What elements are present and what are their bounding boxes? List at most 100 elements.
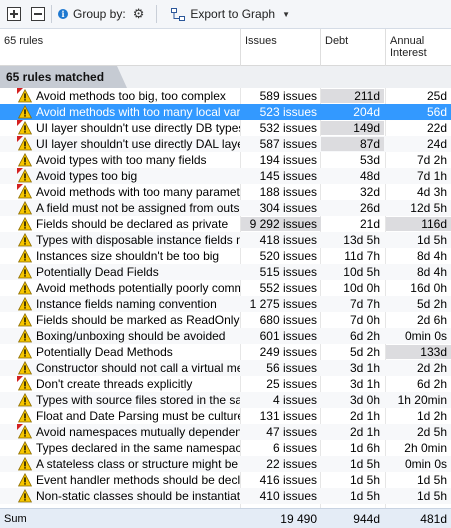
group-header[interactable]: 65 rules matched bbox=[0, 66, 451, 88]
rule-annual-interest: 116d bbox=[386, 217, 451, 231]
rule-debt: 2d 1h bbox=[349, 409, 380, 423]
sum-label: Sum bbox=[4, 513, 27, 525]
column-header-rules[interactable]: 65 rules bbox=[0, 29, 241, 66]
sum-row: Sum 19 490 944d 481d bbox=[0, 508, 451, 528]
rule-row[interactable]: Instance fields naming convention 1 275 i… bbox=[0, 296, 451, 312]
rule-issues: 515 issues bbox=[259, 265, 317, 279]
rule-row[interactable]: Potentially Dead Fields 515 issues 10d 5h 8… bbox=[0, 264, 451, 280]
rule-row[interactable]: Fields should be marked as ReadOnly when… bbox=[0, 312, 451, 328]
warning-icon bbox=[17, 120, 33, 135]
rule-row[interactable]: Avoid types too big 145 issues 48d 7d 1h bbox=[0, 168, 451, 184]
warning-icon bbox=[17, 488, 33, 503]
export-to-graph-button[interactable]: Export to Graph ▼ bbox=[171, 4, 290, 24]
column-header-annual-interest[interactable]: Annual Interest bbox=[386, 29, 451, 66]
rule-row[interactable]: Types declared in the same namespace, sh… bbox=[0, 440, 451, 456]
rule-row[interactable]: Fields should be declared as private 9 29… bbox=[0, 216, 451, 232]
rule-issues: 6 issues bbox=[272, 441, 317, 455]
warning-icon bbox=[17, 344, 33, 359]
rule-row[interactable]: Constructor should not call a virtual me… bbox=[0, 360, 451, 376]
rule-debt: 11d 7h bbox=[344, 249, 380, 263]
rule-row[interactable]: UI layer shouldn't use directly DAL laye… bbox=[0, 136, 451, 152]
rule-debt: 3d 0h bbox=[349, 393, 380, 407]
rule-annual-interest: 1d 5h bbox=[416, 233, 447, 247]
rule-debt: 53d bbox=[359, 153, 380, 167]
group-by-control[interactable]: i Group by: ⚙ bbox=[58, 4, 144, 24]
rule-row[interactable]: Boxing/unboxing should be avoided 601 iss… bbox=[0, 328, 451, 344]
warning-icon bbox=[17, 136, 33, 151]
rule-name: Avoid types with too many fields bbox=[36, 153, 207, 167]
rule-debt: 1d 5h bbox=[349, 457, 380, 471]
rule-row[interactable]: Avoid namespaces mutually dependent 47 is… bbox=[0, 424, 451, 440]
column-header-issues[interactable]: Issues bbox=[241, 29, 321, 66]
rule-annual-interest: 2h 0min bbox=[404, 441, 447, 455]
rule-annual-interest: 16d 0h bbox=[410, 281, 447, 295]
rule-row[interactable]: Don't create threads explicitly 25 issues… bbox=[0, 376, 451, 392]
toolbar-separator bbox=[51, 5, 52, 23]
toolbar: i Group by: ⚙ Export to Graph ▼ bbox=[0, 0, 451, 29]
sum-annual-interest: 481d bbox=[420, 512, 447, 526]
rule-annual-interest: 133d bbox=[386, 345, 451, 359]
rule-annual-interest: 4d 3h bbox=[416, 185, 447, 199]
column-header-issues-label: Issues bbox=[245, 35, 277, 47]
rule-issues: 410 issues bbox=[259, 489, 317, 503]
rule-row[interactable]: Instances size shouldn't be too big 520 i… bbox=[0, 248, 451, 264]
warning-icon bbox=[17, 472, 33, 487]
rule-row[interactable]: A stateless class or structure might be … bbox=[0, 456, 451, 472]
rule-annual-interest: 25d bbox=[426, 89, 447, 103]
rule-row[interactable]: Avoid methods too big, too complex 589 is… bbox=[0, 88, 451, 104]
rule-issues: 418 issues bbox=[259, 233, 317, 247]
rule-annual-interest: 22d bbox=[426, 121, 447, 135]
column-header-debt-label: Debt bbox=[325, 35, 349, 47]
rule-name: Non-static classes should be instantiate… bbox=[36, 489, 240, 503]
rule-name: Constructor should not call a virtual me… bbox=[36, 361, 240, 375]
rule-annual-interest: 7d 2h bbox=[416, 153, 447, 167]
rule-row[interactable]: Avoid methods with too many parameters 18… bbox=[0, 184, 451, 200]
rule-row[interactable]: Avoid types with too many fields 194 issu… bbox=[0, 152, 451, 168]
warning-icon bbox=[17, 360, 33, 375]
rule-row[interactable]: UI layer shouldn't use directly DB types… bbox=[0, 120, 451, 136]
rule-row[interactable]: Potentially Dead Methods 249 issues 5d 2h 1… bbox=[0, 344, 451, 360]
rule-row[interactable]: A field must not be assigned from outsid… bbox=[0, 200, 451, 216]
rule-name: Avoid methods too big, too complex bbox=[36, 89, 226, 103]
rule-issues: 532 issues bbox=[259, 121, 317, 135]
rule-issues: 589 issues bbox=[259, 89, 317, 103]
column-header-debt[interactable]: Debt bbox=[321, 29, 386, 66]
warning-icon bbox=[17, 376, 33, 391]
column-header-annual-label: Annual Interest bbox=[390, 35, 427, 59]
rule-annual-interest: 1d 5h bbox=[416, 473, 447, 487]
rule-issues: 47 issues bbox=[266, 425, 317, 439]
rule-issues: 249 issues bbox=[259, 345, 317, 359]
expand-all-button[interactable] bbox=[7, 4, 21, 24]
rule-name: Don't create threads explicitly bbox=[36, 377, 193, 391]
rule-debt: 6d 2h bbox=[349, 329, 380, 343]
column-header-row: 65 rules Issues Debt Annual Interest bbox=[0, 29, 451, 66]
sum-debt: 944d bbox=[353, 512, 380, 526]
rule-row[interactable]: Types with source files stored in the sa… bbox=[0, 392, 451, 408]
rule-row[interactable]: Avoid methods potentially poorly comment… bbox=[0, 280, 451, 296]
rule-annual-interest: 5d 2h bbox=[416, 297, 447, 311]
warning-icon bbox=[17, 312, 33, 327]
rule-annual-interest: 7d 1h bbox=[416, 169, 447, 183]
rule-issues: 304 issues bbox=[259, 201, 317, 215]
rule-name: Types with disposable instance fields mu… bbox=[36, 233, 240, 247]
rule-annual-interest: 1h 20min bbox=[397, 393, 447, 407]
rule-name: Types with source files stored in the sa… bbox=[36, 393, 240, 407]
rule-debt: 204d bbox=[321, 105, 384, 119]
rule-row[interactable]: Avoid methods with too many local variab… bbox=[0, 104, 451, 120]
rule-debt: 21d bbox=[359, 217, 380, 231]
warning-icon bbox=[17, 104, 33, 119]
rule-row[interactable]: Non-static classes should be instantiate… bbox=[0, 488, 451, 504]
rule-row[interactable]: Float and Date Parsing must be culture a… bbox=[0, 408, 451, 424]
rule-debt: 7d 0h bbox=[349, 313, 380, 327]
rule-row[interactable]: Types with disposable instance fields mu… bbox=[0, 232, 451, 248]
rule-name: Instance fields naming convention bbox=[36, 297, 217, 311]
rule-debt: 1d 6h bbox=[349, 441, 380, 455]
rule-issues: 552 issues bbox=[259, 281, 317, 295]
rule-name: A stateless class or structure might be … bbox=[36, 457, 240, 471]
chevron-down-icon: ▼ bbox=[282, 9, 290, 19]
rule-issues: 22 issues bbox=[266, 457, 317, 471]
rule-issues: 9 292 issues bbox=[241, 217, 321, 231]
collapse-all-button[interactable] bbox=[31, 4, 45, 24]
rule-row[interactable]: Event handler methods should be declared… bbox=[0, 472, 451, 488]
gear-icon[interactable]: ⚙ bbox=[133, 6, 145, 22]
